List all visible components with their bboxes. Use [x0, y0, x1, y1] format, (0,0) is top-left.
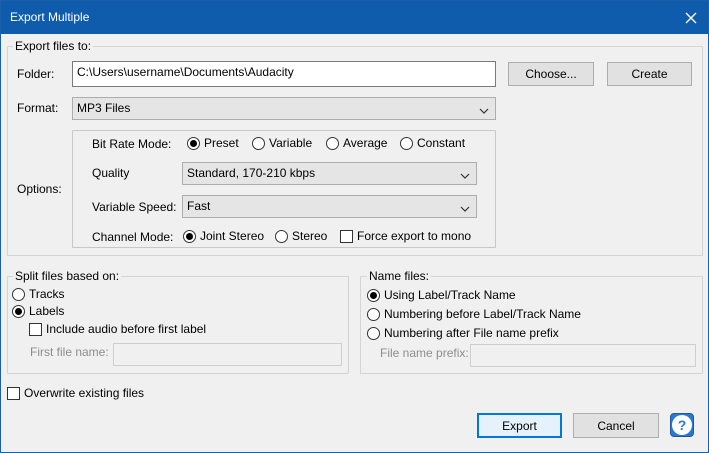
force-mono-checkbox[interactable]: Force export to mono: [340, 229, 471, 243]
variable-speed-select-value: Fast: [187, 199, 211, 213]
first-file-name-label: First file name:: [30, 345, 109, 359]
radio-unselected-icon: [400, 136, 413, 150]
channel-joint-stereo-radio[interactable]: Joint Stereo: [183, 229, 264, 243]
quality-label: Quality: [92, 166, 130, 180]
name-files-legend: Name files:: [367, 269, 432, 283]
quality-select[interactable]: Standard, 170-210 kbps: [182, 162, 477, 185]
format-label: Format:: [17, 101, 59, 115]
first-file-name-input[interactable]: [113, 343, 342, 366]
radio-selected-icon: [187, 136, 200, 150]
radio-selected-icon: [183, 229, 196, 243]
cancel-button[interactable]: Cancel: [573, 413, 659, 438]
radio-selected-icon: [367, 288, 380, 302]
bit-rate-average-radio[interactable]: Average: [326, 136, 387, 150]
variable-speed-label: Variable Speed:: [92, 200, 177, 214]
split-labels-radio[interactable]: Labels: [12, 304, 64, 318]
window-title: Export Multiple: [10, 10, 90, 24]
split-files-legend: Split files based on:: [13, 269, 122, 283]
close-icon[interactable]: [674, 1, 708, 34]
name-numbering-after-radio[interactable]: Numbering after File name prefix: [367, 326, 559, 340]
radio-unselected-icon: [252, 136, 265, 150]
title-bar[interactable]: Export Multiple: [1, 1, 708, 34]
bit-rate-mode-label: Bit Rate Mode:: [92, 137, 172, 151]
file-name-prefix-input[interactable]: [470, 344, 696, 367]
folder-input[interactable]: C:\Users\username\Documents\Audacity: [72, 61, 496, 87]
checkbox-unchecked-icon: [29, 322, 42, 336]
channel-stereo-radio[interactable]: Stereo: [275, 229, 327, 243]
radio-unselected-icon: [367, 307, 380, 321]
chevron-down-icon: [460, 202, 470, 216]
bit-rate-variable-radio[interactable]: Variable: [252, 136, 312, 150]
channel-mode-label: Channel Mode:: [92, 230, 174, 244]
checkbox-unchecked-icon: [340, 229, 353, 243]
radio-unselected-icon: [275, 229, 288, 243]
create-button[interactable]: Create: [607, 62, 692, 86]
choose-button[interactable]: Choose...: [508, 62, 594, 86]
help-icon: ?: [672, 415, 692, 435]
overwrite-checkbox[interactable]: Overwrite existing files: [7, 386, 144, 400]
help-button[interactable]: ?: [670, 413, 694, 437]
radio-unselected-icon: [326, 136, 339, 150]
name-using-label-radio[interactable]: Using Label/Track Name: [367, 288, 516, 302]
chevron-down-icon: [479, 104, 489, 118]
bit-rate-preset-radio[interactable]: Preset: [187, 136, 239, 150]
radio-unselected-icon: [367, 326, 380, 340]
chevron-down-icon: [460, 169, 470, 183]
radio-selected-icon: [12, 304, 25, 318]
quality-select-value: Standard, 170-210 kbps: [187, 166, 316, 180]
split-tracks-radio[interactable]: Tracks: [12, 287, 65, 301]
format-select[interactable]: MP3 Files: [72, 97, 496, 120]
format-select-value: MP3 Files: [77, 101, 131, 115]
export-multiple-dialog: Export Multiple Export files to: Folder:…: [0, 0, 709, 453]
checkbox-unchecked-icon: [7, 386, 20, 400]
options-label: Options:: [17, 182, 62, 196]
radio-unselected-icon: [12, 287, 25, 301]
variable-speed-select[interactable]: Fast: [182, 195, 477, 218]
name-numbering-before-radio[interactable]: Numbering before Label/Track Name: [367, 307, 581, 321]
export-button[interactable]: Export: [477, 413, 562, 438]
file-name-prefix-label: File name prefix:: [380, 346, 469, 360]
include-audio-checkbox[interactable]: Include audio before first label: [29, 322, 206, 336]
folder-label: Folder:: [17, 67, 55, 81]
bit-rate-constant-radio[interactable]: Constant: [400, 136, 465, 150]
export-files-legend: Export files to:: [13, 39, 94, 53]
